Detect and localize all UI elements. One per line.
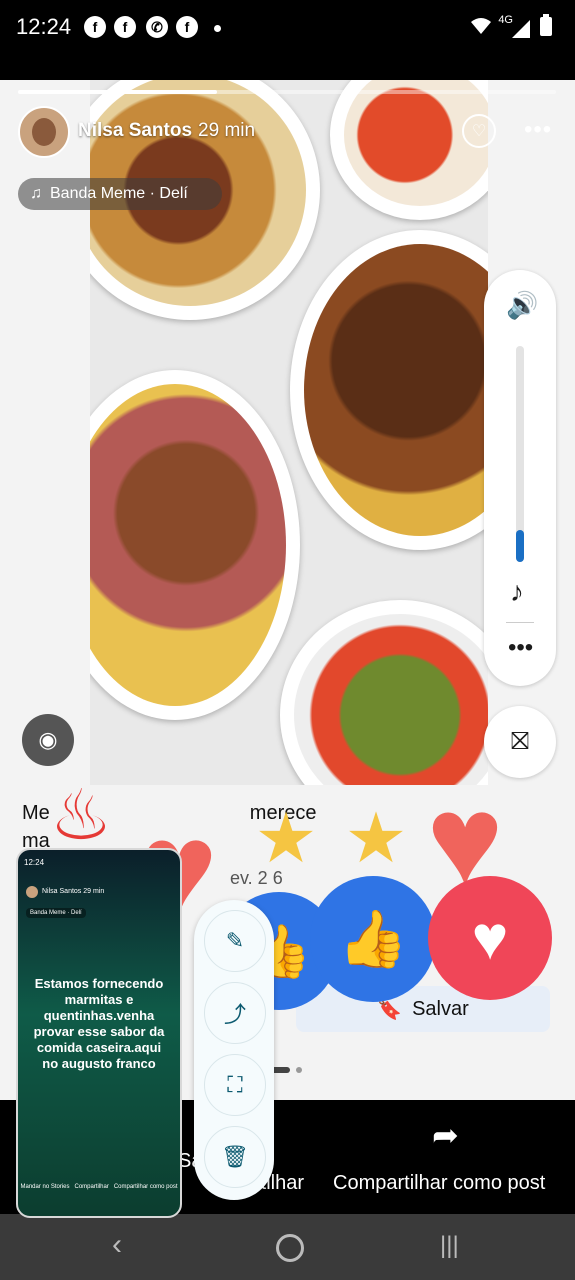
avatar[interactable]	[18, 106, 70, 158]
pencil-icon[interactable]: ✎	[204, 910, 266, 972]
home-icon[interactable]	[276, 1234, 304, 1262]
more-icon[interactable]: •••	[508, 634, 533, 662]
heart-react-button[interactable]: ♡	[462, 114, 496, 148]
more-notifications-dot	[214, 25, 221, 32]
facebook-icon: f	[84, 16, 106, 38]
screenshot-tools-panel: ✎ ⤴ ⛶ 🗑	[194, 900, 274, 1200]
facebook-icon: f	[176, 16, 198, 38]
lens-scan-button[interactable]: ◉	[22, 714, 74, 766]
save-label: Salvar	[412, 997, 469, 1020]
food-bowl	[280, 600, 488, 785]
food-bowl	[330, 80, 488, 220]
network-type: 4G	[498, 14, 513, 26]
star-eyes-reaction-icon: ★	[254, 799, 318, 877]
thumb-message: Estamos fornecendo marmitas e quentinhas…	[33, 976, 165, 1071]
whatsapp-icon: ✆	[146, 16, 168, 38]
trash-icon[interactable]: 🗑	[204, 1126, 266, 1188]
story-progress-fill	[18, 90, 218, 94]
status-bar: 12:24 f f ✆ f 4G	[0, 0, 575, 80]
story-time: 29 min	[198, 120, 256, 141]
share-as-post-button[interactable]: Compartilhar como post	[333, 1172, 545, 1195]
media-controls-panel: 🔊 ♪ •••	[484, 270, 556, 686]
story-progress-bar	[18, 90, 556, 94]
food-bowl	[90, 370, 300, 720]
share-icon[interactable]: ⤴	[204, 982, 266, 1044]
author-name[interactable]: Nilsa Santos	[78, 120, 192, 141]
more-options-icon[interactable]: •••	[524, 116, 552, 144]
thumb-actions: Mandar no Stories Compartilhar Compartil…	[20, 1184, 178, 1190]
thumb-music-chip: Banda Meme · Delí	[26, 908, 86, 918]
avatar	[26, 886, 38, 898]
divider	[506, 622, 534, 623]
battery-icon	[540, 14, 552, 36]
food-bowl	[290, 230, 488, 550]
signal-icon	[512, 20, 530, 38]
volume-icon[interactable]: 🔊	[506, 290, 538, 321]
music-title: Banda Meme · Delí	[50, 185, 188, 202]
like-reaction-icon: 👍	[310, 876, 436, 1002]
love-reaction-icon: ♥	[428, 876, 552, 1000]
volume-slider-handle[interactable]	[516, 530, 524, 562]
screenshot-scan-icon[interactable]: ⛶	[204, 1054, 266, 1116]
thumb-author: Nilsa Santos 29 min	[42, 888, 105, 895]
recents-icon[interactable]: |||	[440, 1232, 459, 1260]
thumb-status-time: 12:24	[24, 858, 45, 867]
share-arrow-icon[interactable]: ➦	[432, 1116, 459, 1154]
music-note-icon[interactable]: ♪	[510, 576, 524, 608]
back-icon[interactable]: ‹	[112, 1228, 122, 1262]
status-time: 12:24	[16, 14, 72, 39]
story-author[interactable]: Nilsa Santos 29 min	[78, 120, 255, 142]
facebook-icon: f	[114, 16, 136, 38]
wifi-icon	[471, 18, 491, 34]
system-nav-bar: ‹ |||	[0, 1214, 575, 1280]
screenshot-thumbnail[interactable]: 12:24 Nilsa Santos 29 min Banda Meme · D…	[16, 848, 182, 1218]
music-chip[interactable]: ♫ Banda Meme · Delí	[18, 178, 222, 210]
music-note-icon: ♫	[30, 185, 42, 202]
